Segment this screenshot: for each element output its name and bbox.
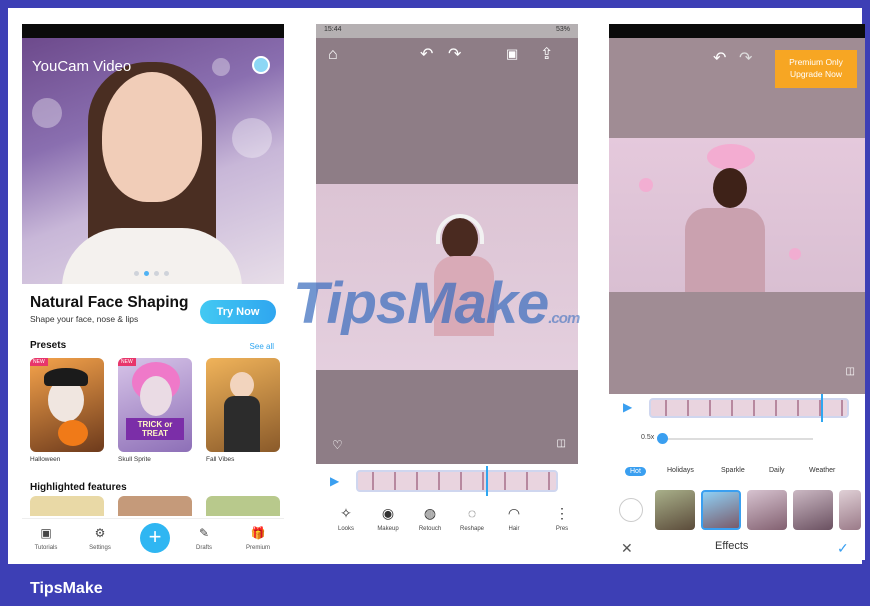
undo-icon[interactable]: ↶ bbox=[420, 44, 433, 64]
effect-thumb[interactable] bbox=[655, 490, 695, 530]
playhead[interactable] bbox=[821, 394, 823, 422]
tool-hair[interactable]: ◠ Hair bbox=[494, 504, 534, 532]
tool-makeup[interactable]: ◉ Makeup bbox=[368, 504, 408, 532]
model-photo bbox=[102, 72, 202, 202]
highlighted-features-title: Highlighted features bbox=[30, 482, 127, 493]
makeup-icon: ◉ bbox=[381, 505, 395, 521]
hair-icon: ◠ bbox=[507, 505, 521, 521]
preset-skull-sprite[interactable]: NEW TRICK or TREAT bbox=[118, 358, 192, 452]
add-button[interactable]: + bbox=[140, 523, 170, 553]
watermark: TipsMake.com bbox=[293, 271, 580, 336]
hero-subtitle: Shape your face, nose & lips bbox=[30, 314, 139, 324]
play-icon[interactable]: ▶ bbox=[330, 474, 339, 488]
hero-banner[interactable]: YouCam Video bbox=[22, 38, 284, 284]
video-preview[interactable] bbox=[609, 138, 865, 292]
gear-icon: ⚙ bbox=[94, 526, 106, 540]
tool-reshape[interactable]: ◌ Reshape bbox=[452, 504, 492, 532]
gallery-icon[interactable]: ▣ bbox=[506, 46, 518, 62]
tutorials-icon: ▣ bbox=[40, 526, 52, 540]
category-sparkle[interactable]: Sparkle bbox=[721, 467, 745, 474]
app-logo: YouCam Video bbox=[32, 58, 132, 75]
effect-thumb[interactable] bbox=[747, 490, 787, 530]
effects-screen: ↶ ↷ Premium Only Upgrade Now ◫ ▶ 0.5x Ho… bbox=[609, 24, 865, 560]
feature-card[interactable] bbox=[118, 496, 192, 516]
status-bar bbox=[22, 24, 284, 38]
profile-icon[interactable] bbox=[252, 56, 270, 74]
speed-label: 0.5x bbox=[641, 434, 655, 441]
confirm-icon[interactable]: ✓ bbox=[837, 540, 849, 557]
hero-title: Natural Face Shaping bbox=[30, 294, 189, 311]
tab-tutorials[interactable]: ▣ Tutorials bbox=[24, 525, 68, 551]
status-bar: 15:44 53% bbox=[316, 24, 578, 38]
effect-thumb[interactable] bbox=[839, 490, 861, 530]
effect-thumb[interactable] bbox=[793, 490, 833, 530]
retouch-icon: ◍ bbox=[423, 505, 437, 521]
redo-icon[interactable]: ↷ bbox=[448, 44, 461, 64]
preset-label: Halloween bbox=[30, 456, 61, 463]
feature-card[interactable] bbox=[206, 496, 280, 516]
close-icon[interactable]: ✕ bbox=[621, 540, 633, 557]
timeline[interactable]: ▶ bbox=[316, 464, 578, 498]
screenshot-frame: YouCam Video Natural Face Shaping Shape … bbox=[8, 8, 865, 564]
presets-icon: ⋮ bbox=[555, 505, 569, 521]
clip-strip[interactable] bbox=[356, 470, 558, 492]
pencil-icon: ✎ bbox=[198, 526, 210, 540]
status-bar bbox=[609, 24, 865, 38]
speed-slider-knob[interactable] bbox=[657, 433, 668, 444]
looks-icon: ✧ bbox=[340, 505, 352, 521]
category-daily[interactable]: Daily bbox=[769, 467, 785, 474]
premium-upgrade-button[interactable]: Premium Only Upgrade Now bbox=[775, 50, 857, 88]
redo-icon[interactable]: ↷ bbox=[739, 48, 752, 68]
preset-fall-vibes[interactable] bbox=[206, 358, 280, 452]
speed-slider[interactable] bbox=[663, 438, 813, 440]
dancer bbox=[713, 168, 747, 208]
presets-title: Presets bbox=[30, 340, 67, 351]
try-now-button[interactable]: Try Now bbox=[200, 300, 276, 324]
timeline[interactable]: ▶ bbox=[609, 394, 865, 422]
gift-icon: 🎁 bbox=[250, 526, 266, 540]
heart-icon[interactable]: ♡ bbox=[332, 438, 343, 452]
compare-icon[interactable]: ◫ bbox=[846, 366, 855, 377]
trick-or-treat-sticker: TRICK or TREAT bbox=[126, 418, 184, 440]
home-icon[interactable]: ⌂ bbox=[328, 46, 338, 64]
bottom-tab-bar: ▣ Tutorials ⚙ Settings + ✎ Drafts 🎁 Premium bbox=[22, 518, 284, 560]
tool-retouch[interactable]: ◍ Retouch bbox=[410, 504, 450, 532]
see-all-link[interactable]: See all bbox=[250, 342, 274, 351]
preset-label: Fall Vibes bbox=[206, 456, 235, 463]
tool-looks[interactable]: ✧ Looks bbox=[326, 504, 366, 532]
effects-title: Effects bbox=[715, 540, 749, 552]
playhead[interactable] bbox=[486, 466, 488, 496]
tab-premium[interactable]: 🎁 Premium bbox=[236, 525, 280, 551]
compare-icon[interactable]: ◫ bbox=[557, 438, 566, 449]
category-holidays[interactable]: Holidays bbox=[667, 467, 694, 474]
clip-strip[interactable] bbox=[649, 398, 849, 418]
preset-label: Skull Sprite bbox=[118, 456, 151, 463]
tool-presets[interactable]: ⋮ Pres bbox=[542, 504, 578, 532]
youcam-home-screen: YouCam Video Natural Face Shaping Shape … bbox=[22, 24, 284, 560]
effect-thumb-selected[interactable] bbox=[701, 490, 741, 530]
heart-effect bbox=[707, 144, 755, 170]
carousel-dots bbox=[134, 271, 169, 276]
reshape-icon: ◌ bbox=[467, 505, 477, 521]
play-icon[interactable]: ▶ bbox=[623, 400, 632, 414]
no-effect-icon[interactable] bbox=[619, 498, 643, 522]
tab-settings[interactable]: ⚙ Settings bbox=[78, 525, 122, 551]
category-hot[interactable]: Hot bbox=[625, 467, 646, 476]
undo-icon[interactable]: ↶ bbox=[713, 48, 726, 68]
tab-drafts[interactable]: ✎ Drafts bbox=[182, 525, 226, 551]
brand-label: TipsMake bbox=[30, 580, 103, 597]
feature-card[interactable] bbox=[30, 496, 104, 516]
preset-halloween[interactable]: NEW bbox=[30, 358, 104, 452]
category-weather[interactable]: Weather bbox=[809, 467, 835, 474]
export-icon[interactable]: ⇪ bbox=[540, 44, 553, 64]
